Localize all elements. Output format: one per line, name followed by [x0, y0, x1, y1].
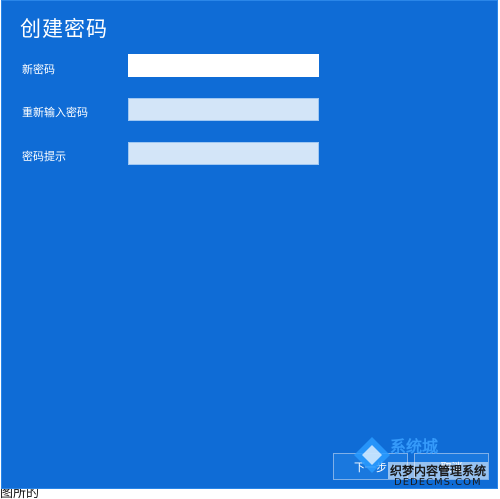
new-password-label: 新密码: [22, 63, 55, 76]
watermark-logo-icon: [354, 437, 390, 473]
reenter-password-label: 重新输入密码: [22, 106, 88, 119]
new-password-input[interactable]: [128, 54, 319, 77]
watermark-url-text: DEDECMS.COM: [394, 477, 482, 488]
reenter-password-input[interactable]: [128, 98, 319, 121]
create-password-dialog: 创建密码 新密码 重新输入密码 密码提示 下一步 取消 系统城: [1, 0, 498, 489]
watermark-site-text: 系统城: [390, 437, 439, 456]
below-dialog-text: 图所的: [0, 489, 40, 499]
dialog-title: 创建密码: [20, 17, 108, 41]
password-hint-input[interactable]: [128, 142, 319, 165]
password-hint-label: 密码提示: [22, 150, 66, 163]
